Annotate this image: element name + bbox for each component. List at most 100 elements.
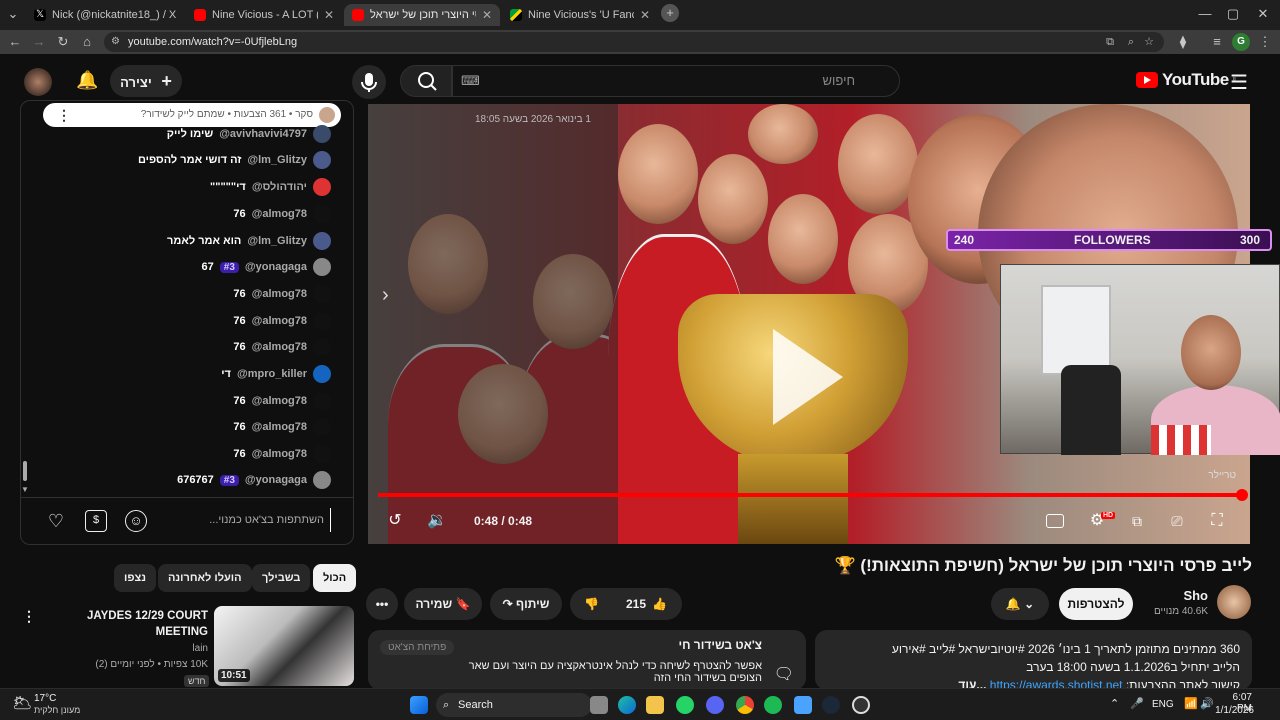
pinned-more-icon[interactable]: ⋮ (57, 103, 71, 127)
keyboard-icon[interactable]: ⌨ (461, 66, 480, 96)
search-input[interactable]: חיפוש ⌨ (452, 65, 900, 97)
channel-name[interactable]: Sho (1150, 588, 1208, 603)
speaker-icon[interactable]: 🔊 (1200, 697, 1214, 710)
chat-author[interactable]: @almog78 (252, 448, 307, 460)
chrome-icon[interactable] (736, 696, 754, 714)
rec-more-icon[interactable]: ⋮ (22, 608, 36, 625)
super-chat-dollar-icon[interactable]: $ (85, 510, 107, 532)
home-icon[interactable]: ⌂ (78, 33, 96, 51)
steam-icon[interactable] (822, 696, 840, 714)
cast-icon[interactable]: ⎚ (1166, 510, 1188, 532)
chat-message[interactable]: @avivhavivi4797 שימו לייק (167, 124, 331, 144)
chat-message[interactable]: @almog78 76 (233, 417, 331, 437)
search-button[interactable] (400, 65, 452, 97)
chat-message[interactable]: @almog78 76 (233, 391, 331, 411)
chip-all[interactable]: הכול (313, 564, 357, 592)
chat-message[interactable]: @lm_Glitzy הוא אמר לאמר (167, 231, 331, 251)
chat-author[interactable]: @yonagaga (245, 261, 307, 273)
minimize-window-icon[interactable]: — (1196, 5, 1214, 23)
notepad-icon[interactable] (794, 696, 812, 714)
chat-message[interactable]: @almog78 76 (233, 284, 331, 304)
browser-tab-nine-vicious[interactable]: Nine Vicious - A LOT (Official M ✕ (186, 4, 342, 26)
chat-author[interactable]: @יהודהולס (252, 181, 307, 193)
new-tab-plus-icon[interactable]: + (661, 4, 679, 22)
guide-menu-icon[interactable]: ☰ (1230, 70, 1248, 95)
prev-chevron-icon[interactable]: › (382, 284, 389, 307)
chat-avatar[interactable] (313, 125, 331, 143)
chat-message[interactable]: @almog78 76 (233, 311, 331, 331)
chat-author[interactable]: @lm_Glitzy (247, 235, 307, 247)
file-explorer-icon[interactable] (646, 696, 664, 714)
spotify-icon[interactable] (764, 696, 782, 714)
extensions-icon[interactable]: ⧫ (1174, 33, 1192, 51)
whatsapp-icon[interactable] (676, 696, 694, 714)
close-tab-icon[interactable]: ✕ (640, 8, 650, 22)
browser-tab-sample[interactable]: Nine Vicious's 'U Fancy' sample ✕ (502, 4, 658, 26)
chat-message[interactable]: @almog78 76 (233, 337, 331, 357)
chat-author[interactable]: @almog78 (252, 341, 307, 353)
task-view-icon[interactable] (590, 696, 608, 714)
browser-menu-icon[interactable]: ⋮ (1256, 33, 1274, 51)
chat-avatar[interactable] (313, 205, 331, 223)
chat-avatar[interactable] (313, 338, 331, 356)
weather-icon[interactable]: 🌥 (12, 693, 32, 713)
chat-author[interactable]: @almog78 (252, 208, 307, 220)
big-play-icon[interactable] (773, 329, 843, 425)
chat-author[interactable]: @yonagaga (245, 474, 307, 486)
taskbar-search[interactable]: ⌕ Search (436, 693, 592, 717)
voice-search-mic-icon[interactable] (352, 65, 386, 99)
forward-arrow-icon[interactable]: → (30, 33, 48, 51)
browser-tab-active[interactable]: לייב פרסי היוצרי תוכן של ישראל ✕ (344, 4, 500, 26)
reload-icon[interactable]: ↻ (54, 33, 72, 51)
chat-message[interactable]: @almog78 76 (233, 204, 331, 224)
chat-author[interactable]: @lm_Glitzy (247, 154, 307, 166)
windows-start-icon[interactable] (410, 696, 428, 714)
volume-icon[interactable]: 🔉 (426, 510, 448, 532)
chat-avatar[interactable] (313, 418, 331, 436)
back-arrow-icon[interactable]: ← (6, 33, 24, 51)
chat-avatar[interactable] (313, 392, 331, 410)
more-actions-button[interactable]: ••• (366, 588, 398, 620)
chat-input[interactable]: השתתפות בצ'אט כמנוי... (161, 508, 331, 532)
tray-mic-icon[interactable]: 🎤 (1130, 697, 1144, 710)
media-controls-icon[interactable]: ≡ (1208, 33, 1226, 51)
weather-temp[interactable]: 17°C (34, 693, 56, 704)
chip-watched[interactable]: נצפו (114, 564, 156, 592)
browser-tab-x[interactable]: 𝕏 Nick (@nickatnite18_) / X ✕ (26, 4, 182, 26)
tray-chevron-icon[interactable]: ⌃ (1110, 697, 1119, 710)
chat-author[interactable]: @almog78 (252, 288, 307, 300)
chat-message[interactable]: @yonagaga #3 67 (202, 257, 331, 277)
chat-author[interactable]: @avivhavivi4797 (219, 128, 307, 140)
video-progress-bar[interactable] (378, 489, 1248, 501)
chat-author[interactable]: @almog78 (252, 395, 307, 407)
chat-author[interactable]: @almog78 (252, 315, 307, 327)
chat-avatar[interactable] (313, 232, 331, 250)
site-info-icon[interactable]: ⚙ (111, 32, 120, 52)
close-window-icon[interactable]: ✕ (1254, 5, 1272, 23)
zoom-icon[interactable]: ⌕ (1128, 32, 1134, 52)
profile-avatar[interactable]: G (1232, 33, 1250, 51)
youtube-logo[interactable]: YouTube IL (1136, 70, 1238, 90)
subtitles-icon[interactable] (1046, 514, 1064, 528)
share-button[interactable]: ↷ שיתוף (490, 588, 562, 620)
language-indicator[interactable]: ENG (1152, 699, 1174, 710)
account-avatar[interactable] (24, 68, 52, 96)
close-tab-icon[interactable]: ✕ (324, 8, 334, 22)
chat-avatar[interactable] (313, 312, 331, 330)
rec-title[interactable]: JAYDES 12/29 COURT MEETING (70, 608, 208, 640)
recommended-video[interactable]: ⋮ JAYDES 12/29 COURT MEETING lain 10K צפ… (20, 606, 356, 687)
join-button[interactable]: להצטרפות (1059, 588, 1133, 620)
chip-recent[interactable]: הועלו לאחרונה (158, 564, 252, 592)
channel-avatar[interactable] (1217, 585, 1251, 619)
like-count[interactable]: 215 (626, 588, 646, 620)
subscribed-bell-button[interactable]: 🔔 ⌄ (991, 588, 1049, 620)
chat-message[interactable]: @יהודהולס די""""" (210, 177, 331, 197)
chat-avatar[interactable] (313, 258, 331, 276)
chat-avatar[interactable] (313, 365, 331, 383)
chat-message[interactable]: @yonagaga #3 676767 (177, 470, 331, 490)
miniplayer-icon[interactable]: ⧉ (1126, 510, 1148, 532)
chat-author[interactable]: @almog78 (252, 421, 307, 433)
url-field[interactable]: ⚙ youtube.com/watch?v=-0UfjlebLng ⧉ ⌕ ☆ (104, 32, 1164, 52)
tab-menu-chevron-icon[interactable]: ⌄ (4, 5, 22, 23)
install-app-icon[interactable]: ⧉ (1106, 32, 1114, 52)
